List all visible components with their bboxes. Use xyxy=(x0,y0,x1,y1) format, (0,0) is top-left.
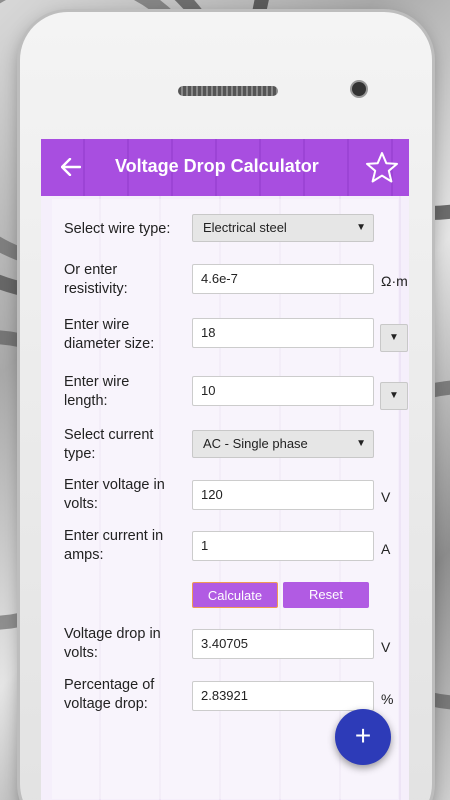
calculator-form: Select wire type: Electrical steel ▼ Or … xyxy=(52,199,408,799)
favorite-star-icon[interactable] xyxy=(365,151,399,185)
length-label: Enter wire length: xyxy=(64,374,130,409)
voltage-drop-output: 3.40705 xyxy=(192,629,374,659)
voltage-input[interactable]: 120 xyxy=(192,480,374,510)
length-input[interactable]: 10 xyxy=(192,376,374,406)
voltage-drop-label: Voltage drop in volts: xyxy=(64,626,161,661)
wire-type-value: Electrical steel xyxy=(203,220,287,235)
dropdown-arrow-icon: ▼ xyxy=(356,222,366,233)
percentage-drop-unit: % xyxy=(381,691,394,707)
resistivity-input[interactable]: 4.6e-7 xyxy=(192,264,374,294)
percentage-drop-output: 2.83921 xyxy=(192,681,374,711)
dropdown-arrow-icon: ▼ xyxy=(356,438,366,449)
wire-type-label: Select wire type: xyxy=(64,221,171,237)
current-type-label: Select current type: xyxy=(64,427,154,462)
voltage-drop-unit: V xyxy=(381,639,391,655)
calculate-button[interactable]: Calculate xyxy=(192,582,278,608)
resistivity-label: Or enter resistivity: xyxy=(64,262,128,297)
app-screen: Voltage Drop Calculator Select wire type… xyxy=(41,139,409,800)
diameter-label: Enter wire diameter size: xyxy=(64,317,155,352)
wire-type-select[interactable]: Electrical steel ▼ xyxy=(192,214,374,242)
diameter-input[interactable]: 18 xyxy=(192,318,374,348)
voltage-unit: V xyxy=(381,489,391,505)
reset-button[interactable]: Reset xyxy=(283,582,369,608)
app-bar: Voltage Drop Calculator xyxy=(41,139,409,196)
diameter-unit-dropdown[interactable]: ▼ xyxy=(380,324,408,352)
current-type-select[interactable]: AC - Single phase ▼ xyxy=(192,430,374,458)
current-input[interactable]: 1 xyxy=(192,531,374,561)
voltage-label: Enter voltage in volts: xyxy=(64,477,165,512)
current-label: Enter current in amps: xyxy=(64,528,164,563)
length-unit-dropdown[interactable]: ▼ xyxy=(380,382,408,410)
percentage-drop-label: Percentage of voltage drop: xyxy=(64,677,155,712)
current-unit: A xyxy=(381,541,391,557)
plus-icon: + xyxy=(354,720,372,751)
phone-camera xyxy=(352,82,366,96)
back-arrow-icon[interactable] xyxy=(57,153,85,181)
current-type-value: AC - Single phase xyxy=(203,436,308,451)
resistivity-unit: Ω·m xyxy=(381,273,408,289)
phone-speaker xyxy=(178,86,278,96)
add-fab-button[interactable]: + xyxy=(335,709,391,765)
page-title: Voltage Drop Calculator xyxy=(115,156,319,176)
